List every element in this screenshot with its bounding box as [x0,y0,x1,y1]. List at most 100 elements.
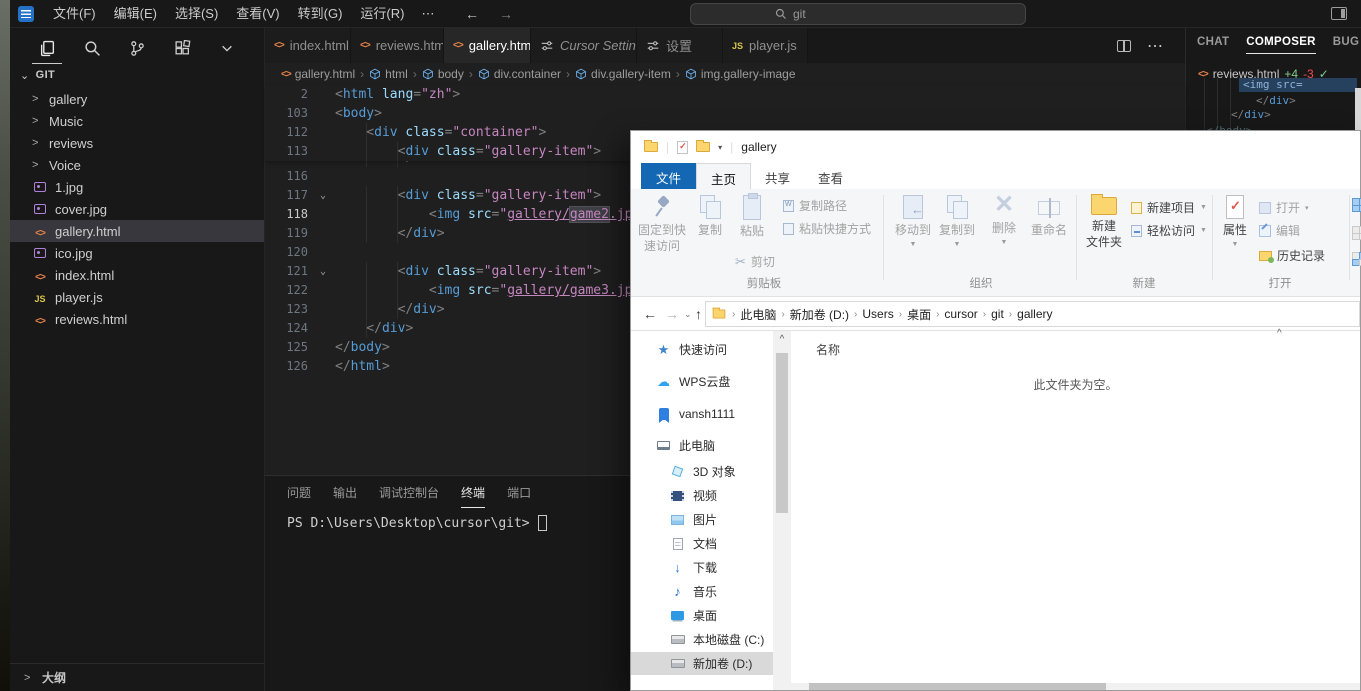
explorer-files-icon[interactable] [37,38,57,58]
nav-item-本地磁盘 (C:)[interactable]: 本地磁盘 (C:) [631,628,773,651]
editor-tab-Cursor Settings[interactable]: Cursor Settings [531,28,637,63]
select-none-icon[interactable] [1353,227,1361,239]
tree-folder-Voice[interactable]: >Voice [10,154,264,176]
horizontal-scrollbar[interactable] [791,683,1360,690]
paste-shortcut-button[interactable]: 粘贴快捷方式 [783,220,871,237]
move-to-button[interactable]: 移动到 ▼ [889,195,937,248]
nav-item-视频[interactable]: 视频 [631,484,773,507]
copy-path-button[interactable]: 复制路径 [783,197,847,214]
tree-folder-reviews[interactable]: >reviews [10,132,264,154]
new-folder-button[interactable]: 新建文件夹 [1080,193,1128,250]
address-crumb-新加卷 (D:)[interactable]: 新加卷 (D:) [787,306,852,323]
paste-button[interactable]: 粘贴 [731,195,773,239]
editor-tab-index.html[interactable]: <>index.html [265,28,351,63]
tree-file-index.html[interactable]: <>index.html [10,264,264,286]
command-center-search[interactable]: git [690,3,1026,25]
tree-folder-Music[interactable]: >Music [10,110,264,132]
menu-item[interactable]: 查看(V) [227,0,288,28]
menu-more-icon[interactable]: ⋯ [413,6,442,22]
ribbon-tab-view[interactable]: 查看 [804,163,857,189]
nav-up-icon[interactable]: ↑ [695,297,702,331]
copy-button[interactable]: 复制 [689,195,731,238]
nav-item-3D 对象[interactable]: 3D 对象 [631,460,773,483]
cut-button[interactable]: ✂ 剪切 [735,253,775,270]
nav-item-快速访问[interactable]: ★快速访问 [631,338,773,361]
source-control-icon[interactable] [127,38,147,58]
back-icon[interactable]: ← [465,6,479,22]
ribbon-tab-file[interactable]: 文件 [641,163,696,189]
nav-scrollbar-thumb[interactable] [776,353,788,513]
sort-ascending-icon[interactable]: ^ [1277,328,1282,339]
address-crumb-cursor[interactable]: cursor [941,307,980,321]
nav-item-图片[interactable]: 图片 [631,508,773,531]
address-crumb-桌面[interactable]: 桌面 [904,306,934,323]
ribbon-tab-home[interactable]: 主页 [696,163,751,189]
column-header-name[interactable]: 名称 [816,341,840,358]
new-item-button[interactable]: 新建项目 ▼ [1131,199,1207,216]
properties-button[interactable]: 属性 ▼ [1215,195,1255,248]
menu-item[interactable]: 转到(G) [289,0,352,28]
editor-more-icon[interactable]: ⋯ [1147,36,1163,56]
editor-tab-player.js[interactable]: JSplayer.js [723,28,808,63]
menu-item[interactable]: 选择(S) [166,0,227,28]
nav-scrollbar[interactable]: ^ [773,331,791,690]
select-all-icon[interactable] [1353,199,1361,211]
breadcrumb-item[interactable]: <>gallery.html [281,67,355,81]
nav-item-此电脑[interactable]: 此电脑 [631,434,773,457]
folder-quick-icon[interactable] [696,142,710,152]
search-sidebar-icon[interactable] [82,38,102,58]
tree-file-player.js[interactable]: JSplayer.js [10,286,264,308]
address-crumb-Users[interactable]: Users [859,307,896,321]
properties-quick-icon[interactable] [677,141,688,154]
horizontal-scrollbar-thumb[interactable] [809,683,1106,690]
nav-item-音乐[interactable]: ♪音乐 [631,580,773,603]
tree-file-ico.jpg[interactable]: ico.jpg [10,242,264,264]
nav-item-文档[interactable]: 文档 [631,532,773,555]
menu-item[interactable]: 运行(R) [351,0,413,28]
panel-tab-调试控制台[interactable]: 调试控制台 [379,484,439,501]
layout-panel-icon[interactable] [1331,7,1347,20]
nav-item-新加卷 (D:)[interactable]: 新加卷 (D:) [631,652,773,675]
tree-folder-gallery[interactable]: >gallery [10,88,264,110]
composer-scrollbar[interactable] [1355,88,1361,132]
panel-tab-端口[interactable]: 端口 [507,484,531,501]
forward-icon[interactable]: → [499,6,513,22]
panel-tab-输出[interactable]: 输出 [333,484,357,501]
address-crumb-此电脑[interactable]: 此电脑 [737,306,779,323]
views-chevron-icon[interactable] [217,38,237,58]
panel-tab-问题[interactable]: 问题 [287,484,311,501]
breadcrumb-item[interactable]: html [369,67,408,81]
editor-tab-设置[interactable]: 设置 [637,28,723,63]
pin-to-quick-access-button[interactable]: 固定到快速访问 [633,195,691,254]
scroll-up-icon[interactable]: ^ [773,331,791,345]
nav-forward-icon[interactable]: → [665,297,679,331]
nav-item-下载[interactable]: ↓下载 [631,556,773,579]
tree-file-reviews.html[interactable]: <>reviews.html [10,308,264,330]
editor-tab-reviews.html[interactable]: <>reviews.html [351,28,444,63]
nav-item-vansh1111[interactable]: vansh1111 [631,402,773,425]
nav-recent-icon[interactable]: ⌄ [684,297,692,331]
ribbon-tab-share[interactable]: 共享 [751,163,804,189]
easy-access-button[interactable]: 轻松访问 ▼ [1131,222,1207,239]
rename-button[interactable]: 重命名 [1023,195,1075,238]
address-box[interactable]: ›此电脑›新加卷 (D:)›Users›桌面›cursor›git›galler… [705,301,1360,327]
history-button[interactable]: 历史记录 [1259,247,1325,264]
address-crumb-git[interactable]: git [988,307,1007,321]
breadcrumb-item[interactable]: img.gallery-image [685,67,796,81]
edit-button[interactable]: 编辑 [1259,222,1300,239]
breadcrumb-item[interactable]: body [422,67,464,81]
fold-chevron-icon[interactable]: ⌄ [314,262,332,281]
tree-file-gallery.html[interactable]: <>gallery.html [10,220,264,242]
tree-file-1.jpg[interactable]: 1.jpg [10,176,264,198]
quick-access-caret-icon[interactable]: ▾ [718,143,722,152]
copy-to-button[interactable]: 复制到 ▼ [933,195,981,248]
nav-item-桌面[interactable]: 桌面 [631,604,773,627]
breadcrumb-item[interactable]: div.container [478,67,561,81]
delete-button[interactable]: ✕ 删除 ▼ [983,193,1025,246]
open-button[interactable]: 打开 ▾ [1259,199,1309,216]
menu-item[interactable]: 编辑(E) [105,0,166,28]
fold-chevron-icon[interactable]: ⌄ [314,186,332,205]
split-editor-icon[interactable] [1117,40,1131,52]
menu-item[interactable]: 文件(F) [44,0,105,28]
explorer-section-header[interactable]: ⌄ GIT [10,64,264,86]
